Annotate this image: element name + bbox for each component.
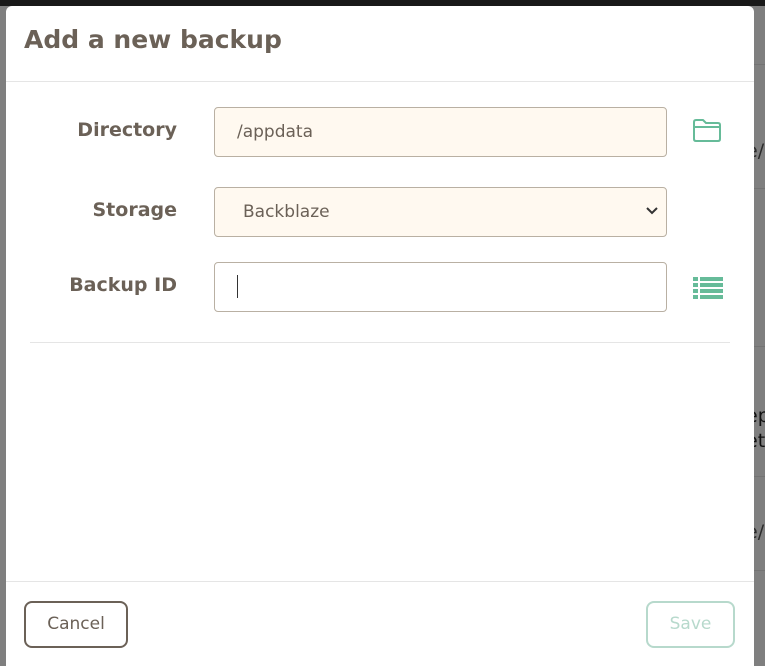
backup-id-row: Backup ID	[6, 262, 754, 312]
dialog-title: Add a new backup	[24, 25, 282, 54]
cancel-button[interactable]: Cancel	[24, 601, 128, 648]
text-caret	[237, 275, 238, 298]
list-icon[interactable]	[692, 272, 728, 302]
storage-row: Storage Backblaze	[6, 187, 754, 237]
save-button[interactable]: Save	[646, 601, 735, 648]
storage-selected-value: Backblaze	[243, 202, 330, 222]
directory-row: Directory	[6, 107, 754, 157]
storage-select[interactable]: Backblaze	[214, 187, 667, 237]
directory-input[interactable]	[214, 107, 667, 157]
dialog-header: Add a new backup	[6, 6, 754, 82]
backup-id-label: Backup ID	[69, 274, 177, 296]
folder-icon[interactable]	[692, 117, 728, 147]
chevron-down-icon	[642, 201, 662, 221]
directory-label: Directory	[77, 119, 177, 141]
backup-id-input[interactable]	[214, 262, 667, 312]
add-backup-dialog: Add a new backup Directory Storage Backb…	[6, 6, 754, 666]
form-divider	[30, 342, 730, 343]
storage-label: Storage	[92, 199, 178, 221]
dialog-footer: Cancel Save	[6, 581, 754, 666]
